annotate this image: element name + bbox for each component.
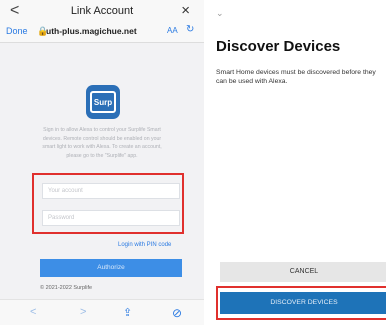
logo-mark: Surp [90,91,116,113]
discover-heading: Discover Devices [216,38,341,55]
password-placeholder: Password [48,215,75,221]
chevron-down-icon[interactable]: ⌄ [216,8,224,19]
reload-icon[interactable]: ↻ [186,24,194,35]
sign-in-description: Sign in to allow Alexa to control your S… [42,127,162,159]
discover-devices-button[interactable]: DISCOVER DEVICES [220,292,386,314]
url-bar: Done 🔒 uth-plus.magichue.net AA ↻ [0,22,204,43]
link-account-panel: < Link Account × Done 🔒 uth-plus.magichu… [0,0,204,325]
account-placeholder: Your account [48,188,83,194]
top-bar: < Link Account × [0,0,204,22]
app-logo: Surp [86,85,120,119]
nav-back-icon[interactable]: < [30,306,36,318]
done-button[interactable]: Done [6,26,28,36]
copyright-text: © 2021-2022 Surplife [40,285,93,291]
authorize-button[interactable]: Authorize [40,259,182,277]
close-icon[interactable]: × [181,2,190,19]
compass-icon[interactable]: ⊘ [172,306,182,320]
page-title: Link Account [70,5,134,17]
discover-description: Smart Home devices must be discovered be… [216,69,376,85]
url-text[interactable]: uth-plus.magichue.net [46,26,137,36]
share-icon[interactable]: ⇪ [123,306,132,319]
nav-forward-icon[interactable]: > [80,306,86,318]
browser-nav-bar: < > ⇪ ⊘ [0,299,204,325]
account-field[interactable]: Your account [42,183,180,199]
pin-login-link[interactable]: Login with PIN code [118,242,171,248]
text-size-button[interactable]: AA [167,26,178,35]
cancel-button[interactable]: CANCEL [220,262,386,282]
password-field[interactable]: Password [42,210,180,226]
discover-devices-panel: ⌄ Discover Devices Smart Home devices mu… [206,0,386,325]
